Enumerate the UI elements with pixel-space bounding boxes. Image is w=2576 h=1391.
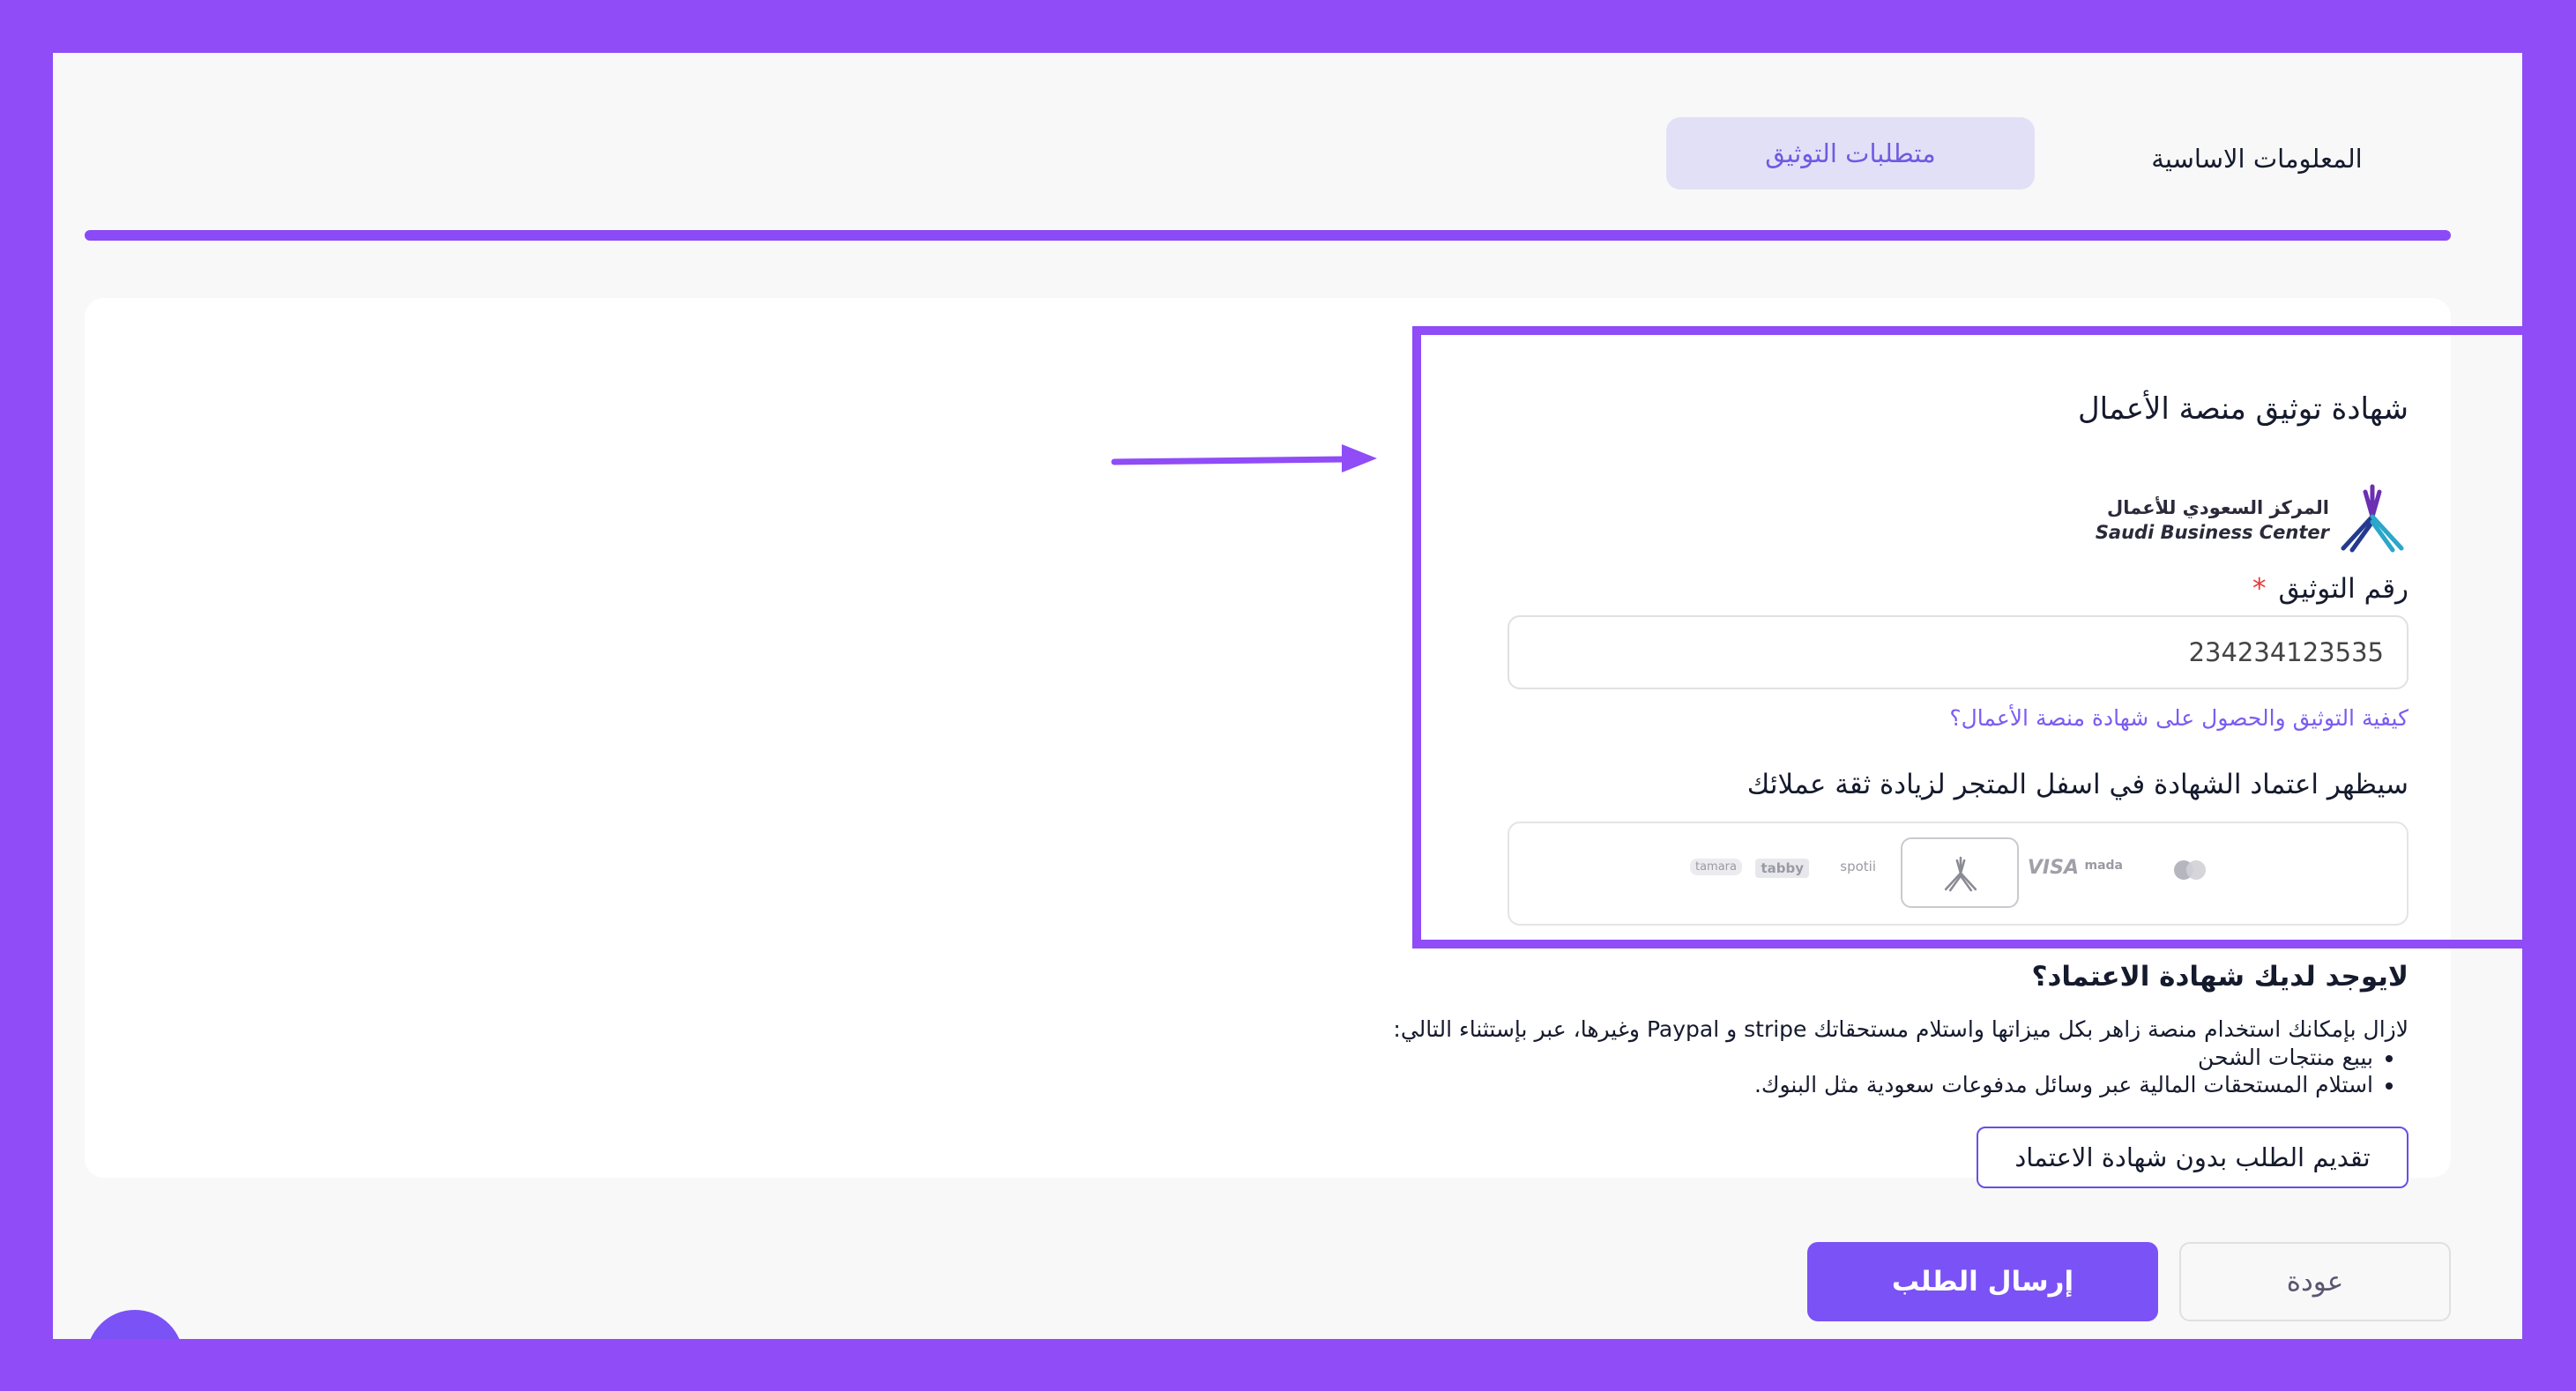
list-item: بيبع منتجات الشحن [1754, 1044, 2373, 1071]
tab-verification-requirements[interactable]: متطلبات التوثيق [1666, 117, 2035, 190]
annotation-arrow-icon [1111, 444, 1377, 472]
progress-bar [85, 230, 2451, 241]
tab-basic-info[interactable]: المعلومات الاساسية [2116, 119, 2398, 198]
no-certificate-description: لازال بإمكانك استخدام منصة زاهر بكل ميزا… [1393, 1016, 2408, 1042]
chat-widget-button[interactable] [86, 1310, 183, 1339]
no-certificate-title: لايوجد لديك شهادة الاعتماد؟ [2031, 961, 2409, 993]
exceptions-list: بيبع منتجات الشحن استلام المستحقات المال… [1754, 1044, 2408, 1098]
submit-request-button[interactable]: إرسال الطلب [1807, 1242, 2158, 1321]
highlight-frame [1412, 326, 2522, 948]
app-window: المعلومات الاساسية متطلبات التوثيق شهادة… [53, 53, 2522, 1339]
list-item: استلام المستحقات المالية عبر وسائل مدفوع… [1754, 1071, 2373, 1098]
stepper-tabs: المعلومات الاساسية متطلبات التوثيق [53, 53, 2522, 229]
back-button[interactable]: عودة [2179, 1242, 2451, 1321]
submit-without-certificate-button[interactable]: تقديم الطلب بدون شهادة الاعتماد [1977, 1127, 2408, 1188]
